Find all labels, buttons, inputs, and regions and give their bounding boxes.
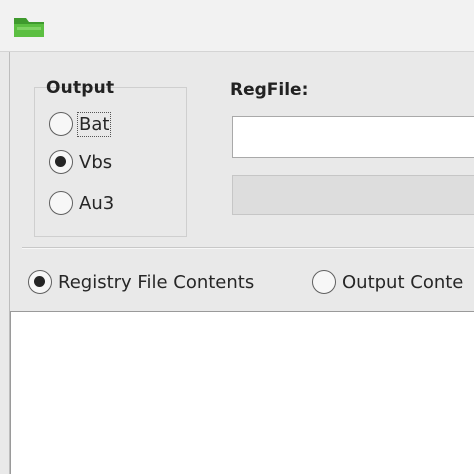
- radio-output-contents-label: Output Conte: [342, 271, 464, 293]
- app-icon: [14, 18, 44, 37]
- radio-output-contents-circle[interactable]: [312, 270, 336, 294]
- radio-bat-circle[interactable]: [49, 112, 73, 136]
- contents-textarea[interactable]: [10, 311, 474, 474]
- radio-au3[interactable]: Au3: [49, 191, 114, 215]
- radio-bat-label: Bat: [76, 111, 112, 137]
- radio-vbs-circle[interactable]: [49, 150, 73, 174]
- radio-output-contents[interactable]: Output Conte: [312, 270, 463, 294]
- radio-registry-file-contents-circle[interactable]: [28, 270, 52, 294]
- radio-vbs[interactable]: Vbs: [49, 150, 112, 174]
- radio-bat[interactable]: Bat: [49, 111, 112, 137]
- title-bar: [0, 0, 474, 52]
- output-group-title: Output: [46, 78, 115, 98]
- separator: [22, 247, 474, 249]
- radio-au3-label: Au3: [79, 192, 115, 214]
- radio-registry-file-contents-label: Registry File Contents: [58, 271, 255, 293]
- regfile-path-input[interactable]: [232, 116, 474, 158]
- regfile-label: RegFile:: [230, 80, 309, 100]
- regfile-disabled-field: [232, 175, 474, 215]
- radio-registry-file-contents[interactable]: Registry File Contents: [28, 270, 254, 294]
- radio-vbs-label: Vbs: [79, 151, 113, 173]
- radio-au3-circle[interactable]: [49, 191, 73, 215]
